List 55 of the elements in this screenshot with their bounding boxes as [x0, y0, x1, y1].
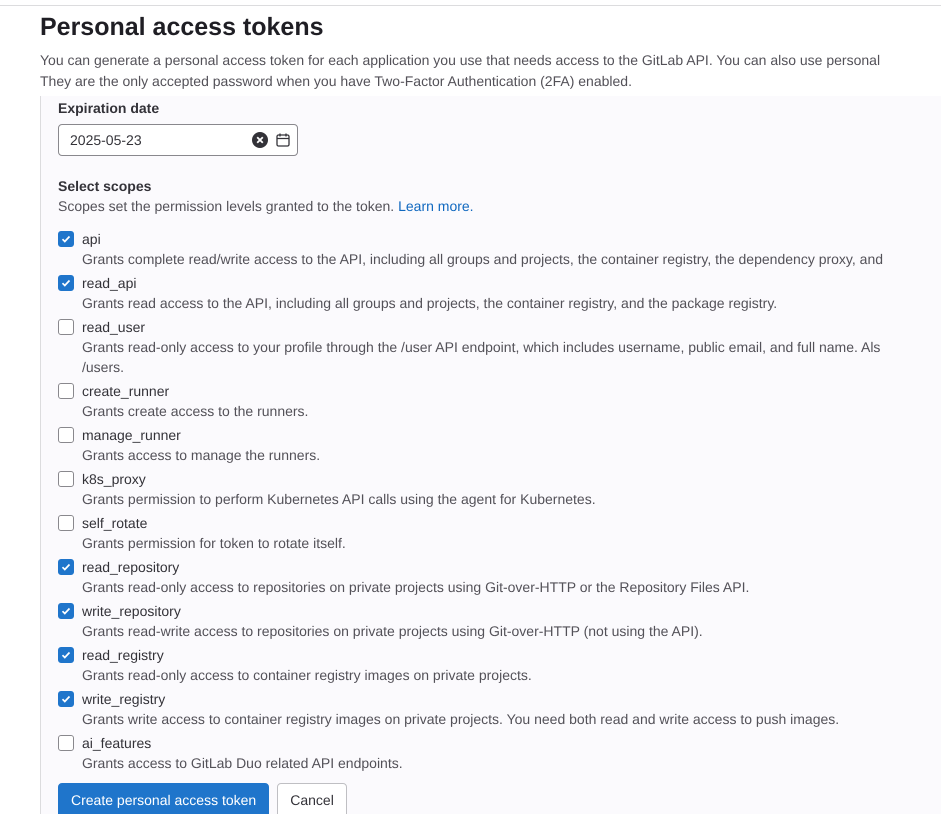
check-icon: [61, 694, 71, 704]
checkbox[interactable]: [58, 427, 74, 443]
description-text: They are the only accepted password when you have Two-Factor Authentication (2FA) enabled.: [40, 72, 633, 91]
description-text: You can generate a personal access token for each application you use that needs access to the GitLab API. You can also use personal: [40, 51, 882, 70]
scope-description: Grants read access to the API, including all groups and projects, the container registry, and the package registry.: [82, 294, 778, 313]
scope-description: Grants complete read/write access to the API, including all groups and projects, the container registry, the dependency proxy, and: [82, 250, 884, 269]
scope-name: read_api: [82, 274, 138, 293]
scope-name: write_repository: [82, 602, 182, 621]
scope-description: Grants access to manage the runners.: [82, 446, 320, 465]
field-label: Expiration date: [58, 99, 160, 118]
scope-description: Grants create access to the runners.: [82, 402, 308, 421]
checkbox[interactable]: [58, 691, 74, 707]
date-field[interactable]: 2025-05-23: [58, 124, 298, 156]
checkbox[interactable]: [58, 735, 74, 751]
calendar-icon[interactable]: [276, 133, 290, 147]
checkbox[interactable]: [58, 319, 74, 335]
checkbox[interactable]: [58, 275, 74, 291]
checkbox[interactable]: [58, 231, 74, 247]
scope-name: k8s_proxy: [82, 470, 147, 489]
scope-description: Grants permission for token to rotate itself.: [82, 534, 346, 553]
scope-name: read_repository: [82, 558, 180, 577]
check-icon: [61, 278, 71, 288]
scope-name: read_user: [82, 318, 146, 337]
check-icon: [61, 562, 71, 572]
scope-name: self_rotate: [82, 514, 148, 533]
scope-name: create_runner: [82, 382, 170, 401]
checkbox[interactable]: [58, 603, 74, 619]
scope-description: Grants permission to perform Kubernetes API calls using the agent for Kubernetes.: [82, 490, 596, 509]
checkbox[interactable]: [58, 515, 74, 531]
scope-name: write_registry: [82, 690, 166, 709]
cancel-button[interactable]: Cancel: [277, 783, 347, 814]
learn-more-link[interactable]: Learn more.: [398, 198, 474, 214]
scope-description: /users.: [82, 358, 126, 377]
scope-description: Grants read-only access to repositories on private projects using Git-over-HTTP or the Repository Files API.: [82, 578, 750, 597]
section-label: Select scopes: [58, 177, 152, 196]
help-text: Scopes set the permission levels granted to the token. Learn more.: [58, 197, 475, 216]
scope-name: read_registry: [82, 646, 165, 665]
check-icon: [61, 650, 71, 660]
checkbox[interactable]: [58, 471, 74, 487]
scope-description: Grants access to GitLab Duo related API endpoints.: [82, 754, 403, 773]
scope-description: Grants read-write access to repositories on private projects using Git-over-HTTP (not using the API).: [82, 622, 703, 641]
check-icon: [61, 234, 71, 244]
scope-name: ai_features: [82, 734, 152, 753]
checkbox[interactable]: [58, 383, 74, 399]
checkbox[interactable]: [58, 559, 74, 575]
scope-description: Grants write access to container registry images on private projects. You need both read and write access to push images.: [82, 710, 840, 729]
check-icon: [61, 606, 71, 616]
scope-description: Grants read-only access to your profile through the /user API endpoint, which includes username, public email, and full name. Als: [82, 338, 880, 357]
checkbox[interactable]: [58, 647, 74, 663]
scope-description: Grants read-only access to container registry images on private projects.: [82, 666, 532, 685]
scope-name: manage_runner: [82, 426, 182, 445]
page-title: Personal access tokens: [40, 12, 324, 42]
clear-icon[interactable]: [252, 132, 268, 148]
create-button[interactable]: Create personal access token: [58, 783, 270, 814]
scope-name: api: [82, 230, 102, 249]
